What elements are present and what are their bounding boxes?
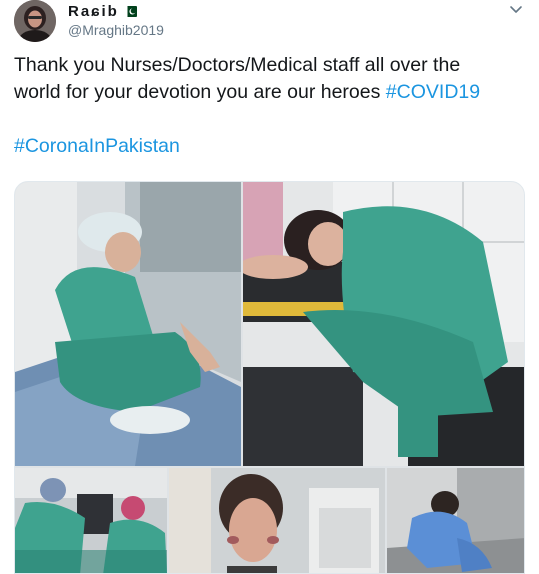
photo-nurse-crouching-hallway[interactable] [15,182,241,466]
hashtag-coronainpakistan-link[interactable]: #CoronaInPakistan [14,135,180,157]
tweet-text-fragment: world for your devotion you are our hero… [14,81,386,103]
user-handle[interactable]: @Mraghib2019 [68,22,164,38]
avatar[interactable] [14,0,56,42]
pakistan-flag-icon [123,6,137,17]
photo-nurse-sitting-floor[interactable] [387,468,524,573]
tweet-media-grid [14,181,525,574]
tweet-text: Thank you Nurses/Doctors/Medical staff a… [14,52,525,160]
photo-nurse-face-marks[interactable] [169,468,385,573]
tweet-text-line: world for your devotion you are our hero… [14,79,525,106]
tweet-text-line: Thank you Nurses/Doctors/Medical staff a… [14,54,461,76]
photo-nurse-sleeping-on-cases[interactable] [243,182,524,466]
photo-doctors-resting-desk[interactable] [15,468,167,573]
chevron-down-icon[interactable] [509,2,523,16]
tweet-text-line: #CoronaInPakistan [14,133,525,160]
hashtag-covid19-link[interactable]: #COVID19 [386,81,480,103]
display-name[interactable]: Raɕib [68,3,119,20]
tweet-header: Raɕib @Mraghib2019 [14,0,525,46]
